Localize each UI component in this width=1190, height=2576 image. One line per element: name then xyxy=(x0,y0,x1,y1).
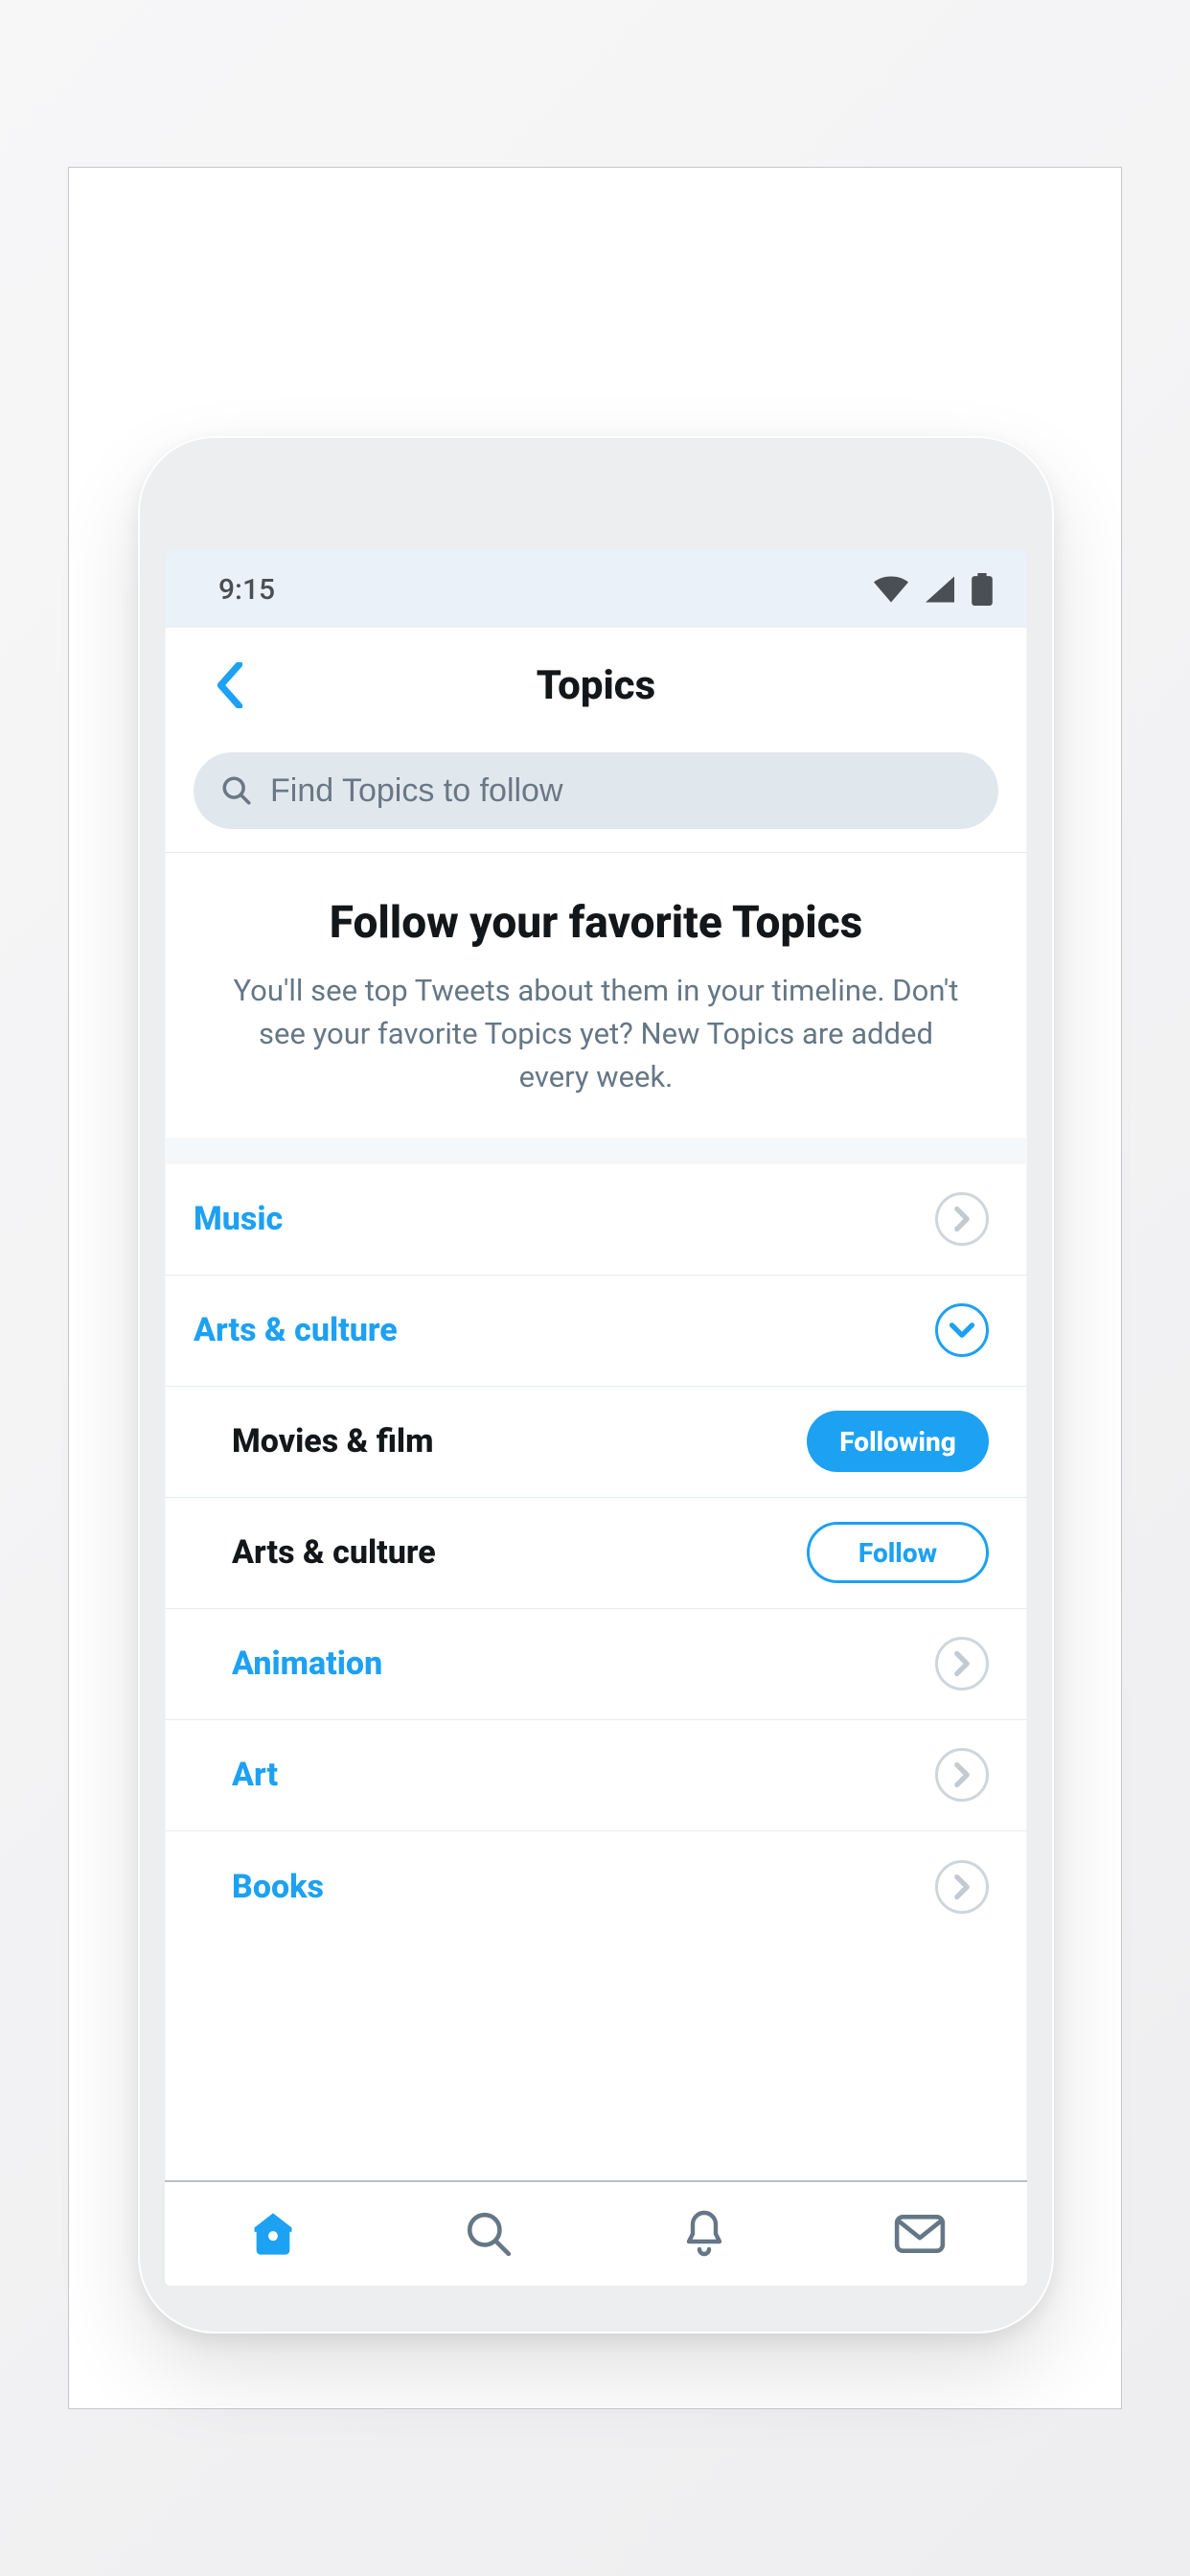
tab-home[interactable] xyxy=(244,2205,302,2263)
page-frame: 9:15 Topics xyxy=(68,167,1122,2409)
mail-icon xyxy=(894,2213,946,2255)
search-section xyxy=(165,743,1027,853)
chevron-right-icon xyxy=(952,1650,972,1677)
phone-body: 9:15 Topics xyxy=(138,436,1054,2334)
hero-section: Follow your favorite Topics You'll see t… xyxy=(165,853,1027,1138)
subtopic-row-arts-culture[interactable]: Arts & culture Follow xyxy=(165,1498,1027,1609)
subtopic-row-animation[interactable]: Animation xyxy=(165,1609,1027,1720)
topic-label: Music xyxy=(194,1200,283,1238)
collapse-button[interactable] xyxy=(935,1303,989,1357)
bell-icon xyxy=(681,2209,727,2259)
topic-row-music[interactable]: Music xyxy=(165,1164,1027,1276)
search-icon xyxy=(465,2210,513,2258)
hero-heading: Follow your favorite Topics xyxy=(222,897,970,949)
chevron-right-icon xyxy=(952,1206,972,1232)
topic-row-arts-culture[interactable]: Arts & culture xyxy=(165,1276,1027,1387)
chevron-right-icon xyxy=(952,1761,972,1788)
topic-label: Arts & culture xyxy=(194,1311,398,1349)
subtopic-label: Movies & film xyxy=(232,1422,433,1460)
search-input[interactable] xyxy=(270,772,972,810)
wifi-icon xyxy=(874,576,908,603)
back-button[interactable] xyxy=(192,628,268,743)
expand-button[interactable] xyxy=(935,1637,989,1690)
topic-list: Music Arts & culture Movies & film Follo… xyxy=(165,1164,1027,2180)
search-field[interactable] xyxy=(194,752,998,829)
phone-screen: 9:15 Topics xyxy=(165,551,1027,2286)
tab-notifications[interactable] xyxy=(675,2205,733,2263)
chevron-down-icon xyxy=(949,1321,975,1340)
subtopic-label: Animation xyxy=(232,1644,382,1683)
expand-button[interactable] xyxy=(935,1860,989,1914)
expand-button[interactable] xyxy=(935,1748,989,1802)
subtopic-label: Books xyxy=(232,1868,324,1906)
tab-messages[interactable] xyxy=(891,2205,949,2263)
status-time: 9:15 xyxy=(218,573,275,607)
search-icon xyxy=(220,774,253,807)
chevron-left-icon xyxy=(216,662,244,708)
tab-bar xyxy=(165,2180,1027,2286)
status-icons xyxy=(874,573,993,606)
subtopic-row-art[interactable]: Art xyxy=(165,1720,1027,1831)
battery-icon xyxy=(972,573,993,606)
home-icon xyxy=(248,2209,298,2259)
nav-bar: Topics xyxy=(165,628,1027,743)
page-title: Topics xyxy=(537,662,655,709)
subtopic-label: Arts & culture xyxy=(232,1533,436,1572)
tab-search[interactable] xyxy=(460,2205,517,2263)
subtopic-row-movies-film[interactable]: Movies & film Following xyxy=(165,1387,1027,1498)
follow-button[interactable]: Follow xyxy=(807,1522,989,1583)
subtopic-label: Art xyxy=(232,1756,278,1794)
subtopic-row-books[interactable]: Books xyxy=(165,1831,1027,1943)
chevron-right-icon xyxy=(952,1874,972,1900)
section-divider xyxy=(165,1138,1027,1164)
following-button[interactable]: Following xyxy=(807,1411,989,1472)
expand-button[interactable] xyxy=(935,1192,989,1246)
hero-body: You'll see top Tweets about them in your… xyxy=(222,970,970,1099)
status-bar: 9:15 xyxy=(165,551,1027,628)
cell-signal-icon xyxy=(926,576,954,603)
